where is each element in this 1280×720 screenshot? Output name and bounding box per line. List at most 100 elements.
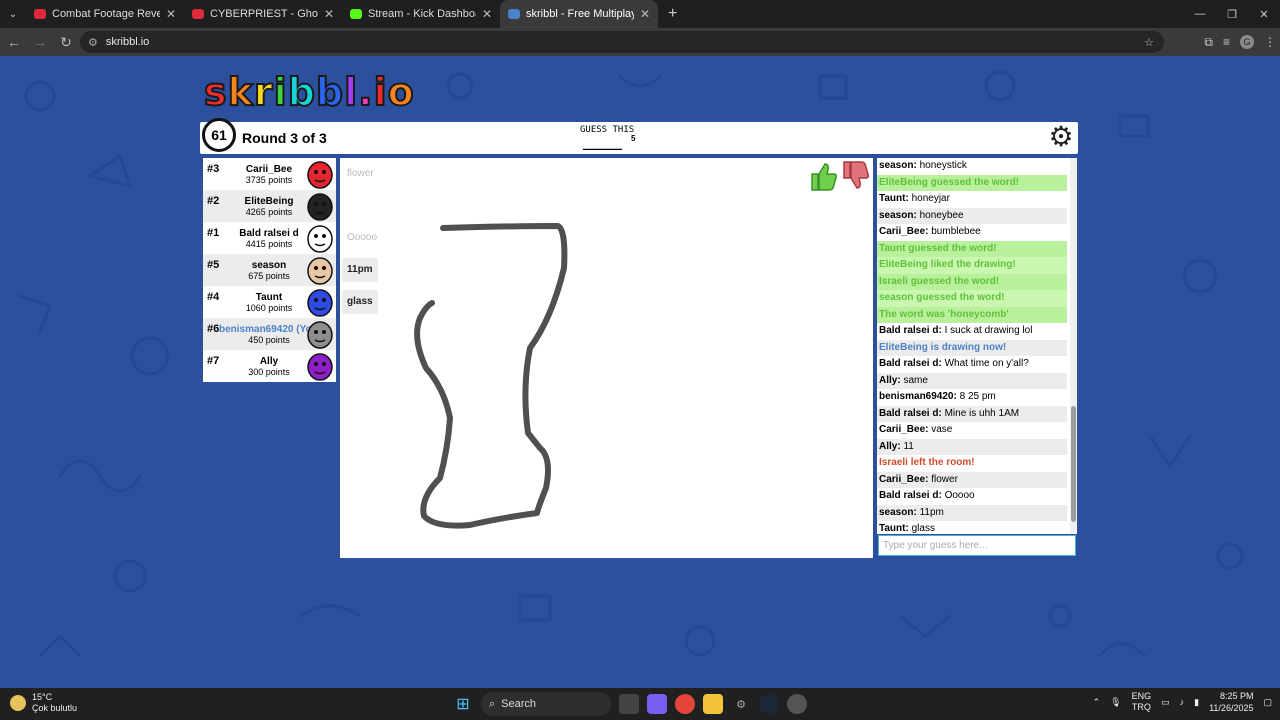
- chat-text: Ooooo: [944, 490, 975, 501]
- volume-icon[interactable]: ♪: [1180, 697, 1185, 707]
- copilot-icon[interactable]: [647, 694, 667, 714]
- settings-app-icon[interactable]: ⚙: [731, 694, 751, 714]
- task-view-icon[interactable]: [619, 694, 639, 714]
- lang-secondary: TRQ: [1131, 702, 1151, 712]
- chat-text: honeystick: [919, 160, 967, 171]
- chat-text: honeyjar: [911, 193, 950, 204]
- system-message-text: Israeli left the room!: [879, 457, 975, 468]
- browser-tab[interactable]: Combat Footage Reveals Re ✕: [26, 0, 184, 28]
- logo-letter: o: [387, 69, 415, 115]
- maximize-icon[interactable]: ❐: [1216, 0, 1248, 28]
- steam-icon[interactable]: [759, 694, 779, 714]
- player-avatar: [307, 161, 333, 189]
- chat-message: EliteBeing liked the drawing!: [877, 257, 1067, 274]
- chat-text: Mine is uhh 1AM: [944, 407, 1020, 419]
- chat-bubble: flower: [347, 168, 374, 179]
- system-message-text: EliteBeing guessed the word!: [879, 176, 1020, 188]
- taskbar-search[interactable]: ⌕ Search: [481, 692, 611, 716]
- chat-message: Taunt guessed the word!: [877, 240, 1067, 257]
- browser-tools: ⧉ ≡ G ⋮: [1204, 28, 1276, 56]
- player-rank: #6: [207, 323, 220, 335]
- chat-author: Bald ralsei d:: [879, 325, 942, 336]
- new-tab-button[interactable]: +: [658, 5, 687, 23]
- chat-scrollbar[interactable]: [1070, 158, 1077, 534]
- network-icon[interactable]: ▭: [1161, 697, 1170, 708]
- chrome-icon[interactable]: [675, 694, 695, 714]
- player-row[interactable]: #3 Carii_Bee 3735 points: [203, 158, 336, 190]
- player-name: Bald ralsei d: [239, 228, 299, 239]
- player-rank: #2: [207, 195, 220, 207]
- vote-buttons: [808, 160, 870, 192]
- forward-icon[interactable]: →: [28, 34, 52, 50]
- system-message-text: season guessed the word!: [879, 292, 1005, 303]
- minimize-icon[interactable]: —: [1184, 0, 1216, 28]
- windows-start-icon[interactable]: ⊞: [453, 694, 473, 714]
- player-points: 300 points: [248, 367, 290, 377]
- profile-avatar[interactable]: G: [1240, 35, 1254, 49]
- player-row[interactable]: #5 season 675 points: [203, 254, 336, 286]
- tab-title: Combat Footage Reveals Re: [52, 8, 160, 20]
- site-info-icon[interactable]: ⚙: [88, 36, 98, 49]
- thumbs-down-icon[interactable]: [840, 160, 870, 192]
- logo-letter: i: [373, 69, 388, 115]
- media-icon[interactable]: ≡: [1223, 35, 1230, 49]
- system-message-text: The word was 'honeycomb': [879, 308, 1009, 320]
- player-row[interactable]: #6 benisman69420 (You) 450 points: [203, 318, 336, 350]
- guess-input[interactable]: [878, 535, 1076, 556]
- taskbar-apps: ⊞ ⌕ Search ⚙: [453, 692, 807, 716]
- browser-tabbar: ⌄ Combat Footage Reveals Re✕CYBERPRIEST …: [0, 0, 1280, 28]
- browser-tab[interactable]: Stream - Kick Dashboard ✕: [342, 0, 500, 28]
- player-rank: #3: [207, 163, 220, 175]
- extensions-icon[interactable]: ⧉: [1204, 35, 1213, 50]
- player-row[interactable]: #7 Ally 300 points: [203, 350, 336, 382]
- tab-close-icon[interactable]: ✕: [166, 7, 176, 21]
- player-points: 4265 points: [245, 207, 293, 217]
- player-avatar: [307, 321, 333, 349]
- player-row[interactable]: #4 Taunt 1060 points: [203, 286, 336, 318]
- thumbs-up-icon[interactable]: [808, 160, 838, 192]
- back-icon[interactable]: ←: [2, 34, 26, 50]
- player-rank: #1: [207, 227, 220, 239]
- word-hint: _____: [583, 136, 623, 151]
- reload-icon[interactable]: ↻: [54, 34, 78, 51]
- browser-tab[interactable]: CYBERPRIEST - Ghost In The M ✕: [184, 0, 342, 28]
- tab-favicon-icon: [508, 9, 520, 19]
- address-bar[interactable]: ⚙ skribbl.io ☆: [80, 31, 1164, 53]
- input-language[interactable]: ENG TRQ: [1132, 691, 1152, 713]
- search-icon: ⌕: [489, 697, 496, 710]
- tab-close-icon[interactable]: ✕: [324, 7, 334, 21]
- microphone-icon[interactable]: 🎙: [1110, 697, 1121, 708]
- bookmark-star-icon[interactable]: ☆: [1144, 36, 1154, 49]
- player-avatar: [307, 289, 333, 317]
- player-avatar: [307, 353, 333, 381]
- window-controls: — ❐ ✕: [1184, 0, 1280, 28]
- chat-message: season: honeybee: [877, 207, 1067, 224]
- menu-dots-icon[interactable]: ⋮: [1264, 35, 1276, 49]
- player-row[interactable]: #1 Bald ralsei d 4415 points: [203, 222, 336, 254]
- chat-scroll-thumb[interactable]: [1071, 406, 1076, 522]
- tray-overflow-icon[interactable]: ⌃: [1093, 697, 1101, 708]
- file-explorer-icon[interactable]: [703, 694, 723, 714]
- battery-icon[interactable]: ▮: [1194, 697, 1199, 708]
- weather-widget[interactable]: 15°C Çok bulutlu: [10, 692, 77, 714]
- player-points: 4415 points: [245, 239, 293, 249]
- player-list: #3 Carii_Bee 3735 points #2 EliteBeing 4265 p…: [203, 158, 336, 382]
- chat-author: season:: [879, 506, 917, 518]
- close-window-icon[interactable]: ✕: [1248, 0, 1280, 28]
- tab-search-icon[interactable]: ⌄: [0, 0, 26, 28]
- notifications-icon[interactable]: ▢: [1263, 697, 1272, 708]
- logo-letter: b: [315, 69, 345, 115]
- tab-favicon-icon: [34, 9, 46, 19]
- player-row[interactable]: #2 EliteBeing 4265 points: [203, 190, 336, 222]
- clock-time: 8:25 PM: [1219, 691, 1254, 701]
- tab-close-icon[interactable]: ✕: [640, 7, 650, 21]
- chat-text: What time on y'all?: [944, 358, 1029, 369]
- browser-tab[interactable]: skribbl - Free Multiplayer Draw ✕: [500, 0, 658, 28]
- settings-gear-icon[interactable]: ⚙: [1046, 123, 1076, 153]
- taskbar-clock[interactable]: 8:25 PM 11/26/2025: [1209, 690, 1253, 714]
- app-icon[interactable]: [787, 694, 807, 714]
- player-avatar: [307, 225, 333, 253]
- chat-message: EliteBeing is drawing now!: [877, 339, 1067, 356]
- tab-close-icon[interactable]: ✕: [482, 7, 492, 21]
- temperature: 15°C: [32, 692, 53, 702]
